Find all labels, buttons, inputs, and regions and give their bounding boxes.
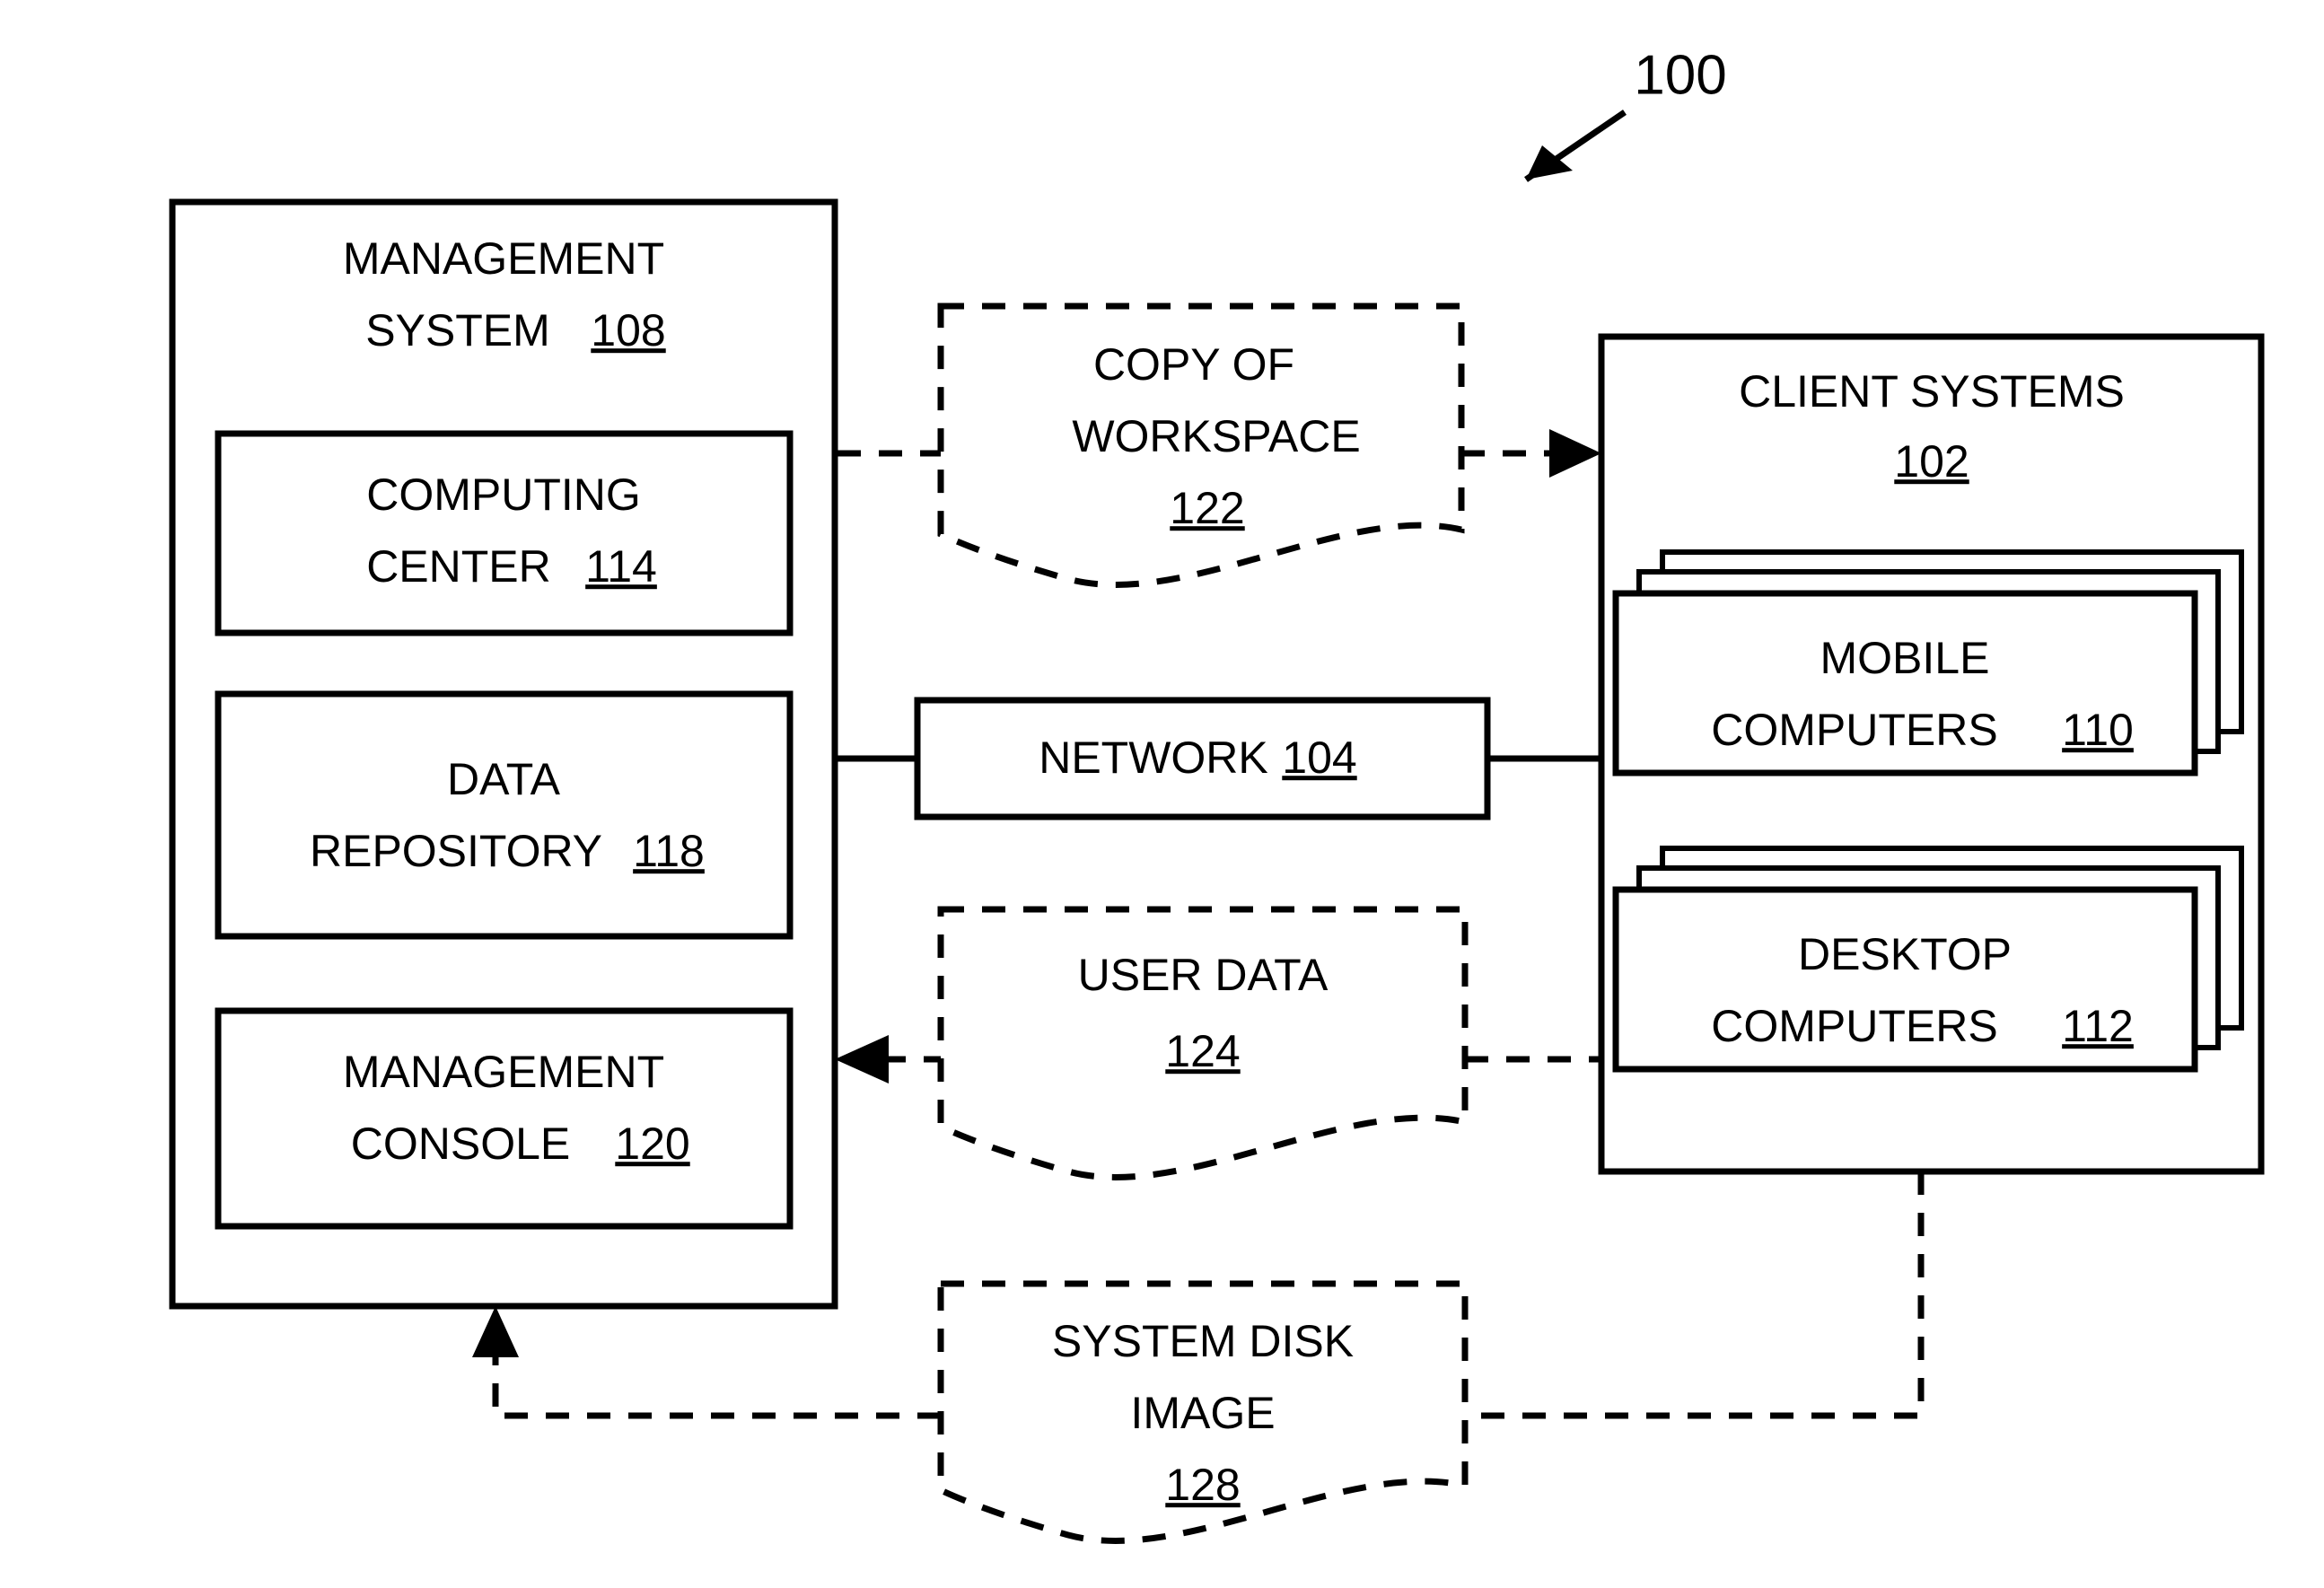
management-console-ref: 120 bbox=[615, 1119, 689, 1169]
system-disk-image-label-line2: IMAGE bbox=[1130, 1388, 1275, 1438]
network-node[interactable]: NETWORK 104 bbox=[914, 697, 1491, 820]
computing-center-label-line2: CENTER bbox=[366, 541, 551, 592]
desktop-computers-node[interactable]: DESKTOP COMPUTERS 112 bbox=[1612, 846, 2244, 1073]
network-label: NETWORK bbox=[1039, 733, 1268, 783]
system-architecture-diagram: 100 copy of workspace --> client systems… bbox=[169, 44, 2265, 1544]
copy-of-workspace-ref: 122 bbox=[1170, 483, 1244, 533]
system-disk-image-arrowhead bbox=[472, 1306, 519, 1357]
management-system-label-line2: SYSTEM bbox=[365, 305, 550, 355]
system-disk-image-ref: 128 bbox=[1165, 1460, 1240, 1510]
mobile-computers-label-line1: MOBILE bbox=[1820, 633, 1990, 683]
system-disk-image-label-line1: SYSTEM DISK bbox=[1052, 1316, 1354, 1366]
network-ref: 104 bbox=[1282, 733, 1356, 783]
computing-center-box[interactable] bbox=[215, 430, 794, 636]
copy-of-workspace-label-line2: WORKSPACE bbox=[1072, 411, 1360, 461]
management-system-ref: 108 bbox=[591, 305, 665, 355]
user-data-node[interactable]: USER DATA 124 bbox=[937, 906, 1469, 1180]
mobile-computers-node[interactable]: MOBILE COMPUTERS 110 bbox=[1612, 549, 2244, 776]
mobile-computers-label-line2: COMPUTERS bbox=[1711, 705, 1997, 755]
client-systems-ref: 102 bbox=[1894, 436, 1969, 487]
management-console-label-line2: CONSOLE bbox=[351, 1119, 571, 1169]
management-console-node[interactable]: MANAGEMENT CONSOLE 120 bbox=[215, 1007, 794, 1230]
management-system-label-line1: MANAGEMENT bbox=[343, 233, 664, 284]
data-repository-node[interactable]: DATA REPOSITORY 118 bbox=[215, 690, 794, 940]
connector-system-disk-image-to-management bbox=[492, 1349, 941, 1419]
copy-of-workspace-label-line1: COPY OF bbox=[1093, 339, 1294, 390]
user-data-ref: 124 bbox=[1165, 1026, 1240, 1076]
data-repository-box[interactable] bbox=[215, 690, 794, 940]
patent-figure-canvas: 100 copy of workspace --> client systems… bbox=[0, 0, 2324, 1588]
data-repository-label-line2: REPOSITORY bbox=[310, 826, 602, 876]
connector-clients-to-system-disk-image bbox=[1465, 1171, 1925, 1419]
data-repository-ref: 118 bbox=[633, 826, 705, 876]
desktop-computers-label-line2: COMPUTERS bbox=[1711, 1001, 1997, 1051]
client-systems-label: CLIENT SYSTEMS bbox=[1739, 366, 2125, 417]
management-console-label-line1: MANAGEMENT bbox=[343, 1047, 664, 1097]
copy-workspace-arrowhead bbox=[1549, 429, 1601, 478]
data-repository-label-line1: DATA bbox=[447, 754, 561, 804]
desktop-computers-label-line1: DESKTOP bbox=[1798, 929, 2012, 979]
computing-center-ref: 114 bbox=[585, 541, 657, 592]
user-data-arrowhead bbox=[835, 1035, 889, 1084]
figure-reference-callout: 100 bbox=[1524, 44, 1727, 182]
computing-center-label-line1: COMPUTING bbox=[366, 469, 641, 520]
figure-number: 100 bbox=[1634, 44, 1726, 106]
desktop-computers-ref: 112 bbox=[2062, 1001, 2134, 1051]
mobile-computers-ref: 110 bbox=[2062, 705, 2134, 755]
computing-center-node[interactable]: COMPUTING CENTER 114 bbox=[215, 430, 794, 636]
system-disk-image-node[interactable]: SYSTEM DISK IMAGE 128 bbox=[937, 1280, 1469, 1544]
user-data-label: USER DATA bbox=[1078, 950, 1329, 1000]
copy-of-workspace-node[interactable]: COPY OF WORKSPACE 122 bbox=[937, 303, 1465, 588]
